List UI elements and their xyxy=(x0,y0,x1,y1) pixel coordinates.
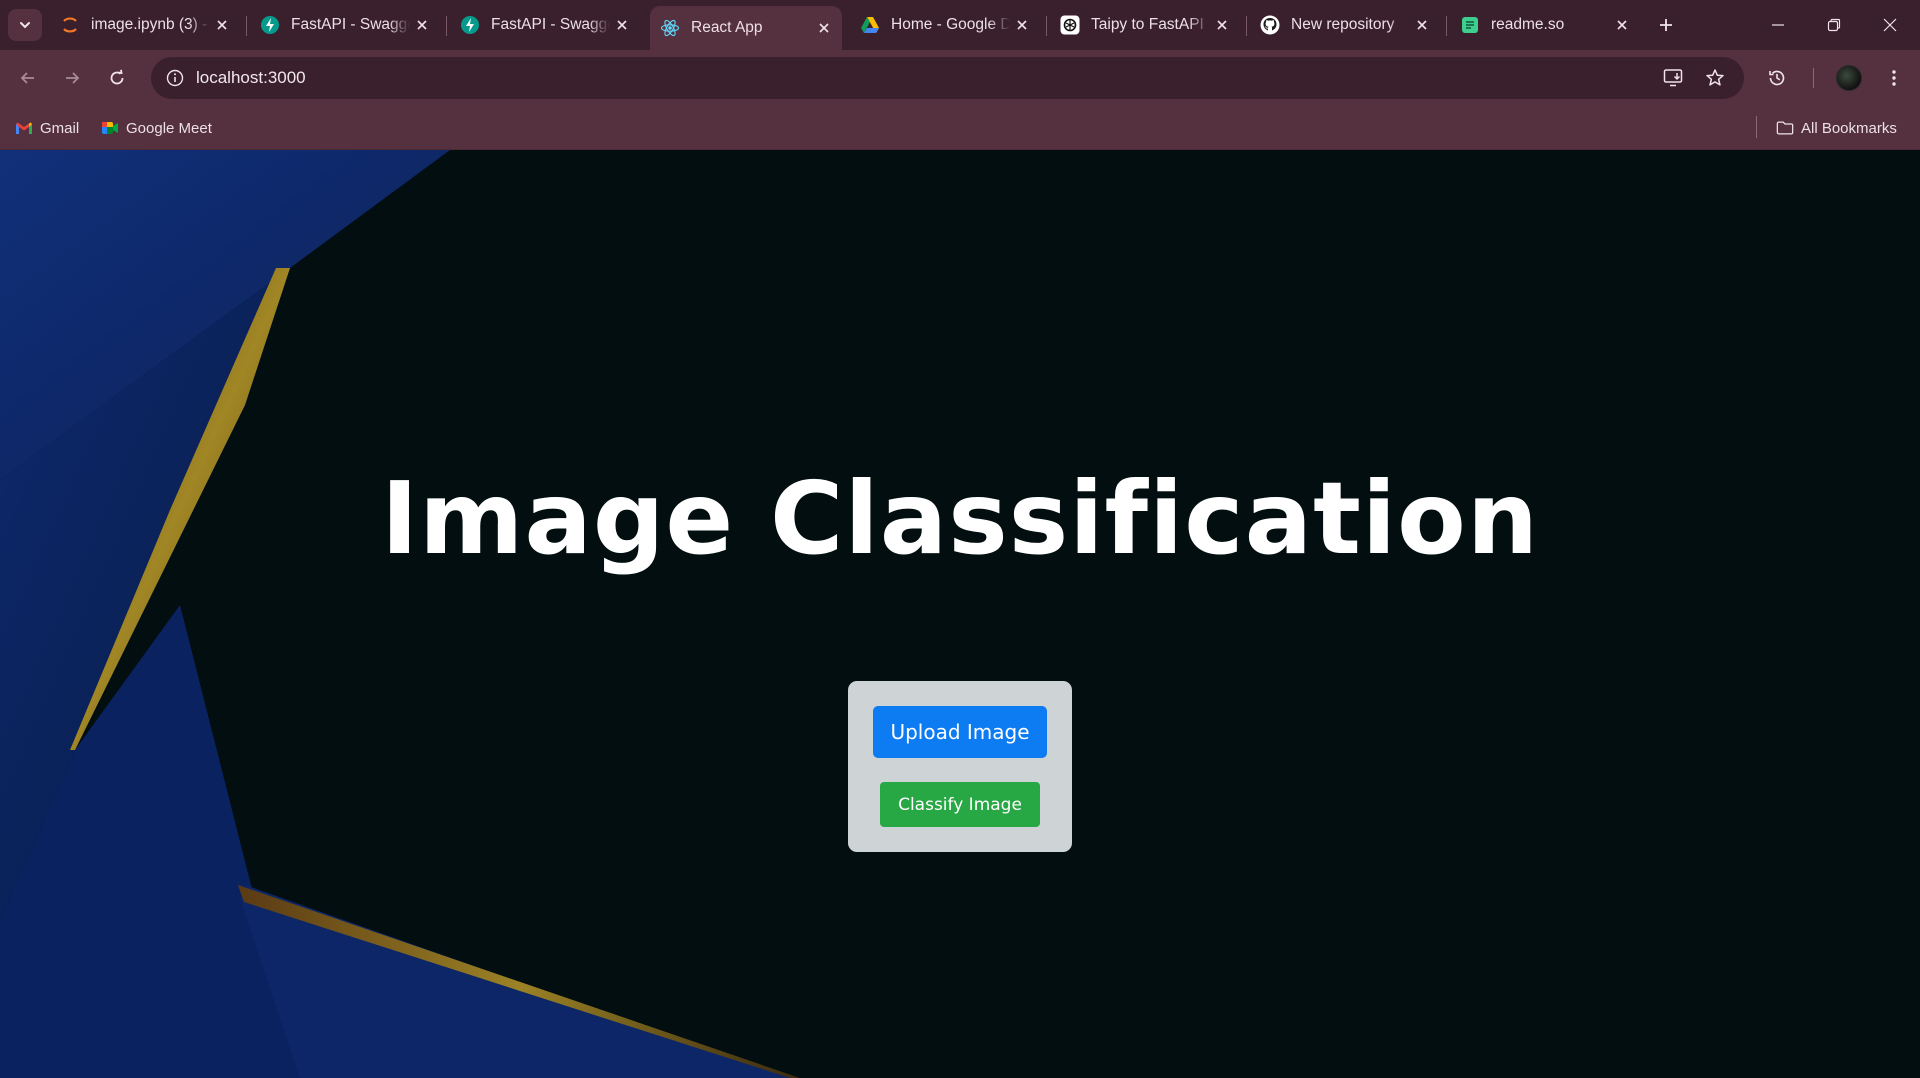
star-icon[interactable] xyxy=(1701,64,1729,92)
all-bookmarks-label: All Bookmarks xyxy=(1801,119,1897,137)
page-title: Image Classification xyxy=(380,460,1540,577)
bookmark-gmail[interactable]: Gmail xyxy=(15,116,79,140)
readme-icon xyxy=(1460,15,1480,35)
bookmark-label: Google Meet xyxy=(126,119,212,137)
action-panel: Upload Image Classify Image xyxy=(848,681,1072,852)
profile-avatar[interactable] xyxy=(1836,65,1862,91)
google-drive-icon xyxy=(860,15,880,35)
bookmark-google-meet[interactable]: Google Meet xyxy=(101,116,212,140)
tab-react-app[interactable]: React App xyxy=(650,6,842,50)
react-icon xyxy=(660,18,680,38)
tab-google-drive[interactable]: Home - Google Drive xyxy=(850,6,1040,44)
tab-divider xyxy=(246,16,247,36)
github-icon xyxy=(1260,15,1280,35)
toolbar-divider xyxy=(1813,68,1814,88)
tab-search-button[interactable] xyxy=(8,9,42,41)
minimize-icon xyxy=(1772,24,1784,26)
kebab-menu-icon[interactable] xyxy=(1878,62,1910,94)
close-icon[interactable] xyxy=(1010,13,1034,37)
fastapi-icon xyxy=(260,15,280,35)
history-icon[interactable] xyxy=(1761,62,1793,94)
folder-icon xyxy=(1776,119,1794,137)
classify-image-button[interactable]: Classify Image xyxy=(880,782,1040,827)
close-icon[interactable] xyxy=(1610,13,1634,37)
install-app-icon[interactable] xyxy=(1660,64,1688,92)
close-icon xyxy=(1883,18,1897,32)
tab-fastapi-2[interactable]: FastAPI - Swagger UI xyxy=(450,6,640,44)
bookmarks-divider xyxy=(1756,116,1757,138)
reload-icon xyxy=(110,69,124,85)
close-window-button[interactable] xyxy=(1862,0,1918,50)
tab-divider xyxy=(1446,16,1447,36)
tab-title: Taipy to FastAPI xyxy=(1091,16,1204,33)
close-icon[interactable] xyxy=(1210,13,1234,37)
arrow-left-icon xyxy=(20,72,34,84)
close-icon[interactable] xyxy=(410,13,434,37)
tab-title: image.ipynb (3) - Jupyter xyxy=(91,16,210,33)
tab-strip: image.ipynb (3) - Jupyter FastAPI - Swag… xyxy=(0,0,1920,50)
back-button[interactable] xyxy=(12,62,44,94)
restore-icon xyxy=(1827,18,1841,32)
plus-icon xyxy=(1660,19,1672,31)
browser-toolbar: localhost:3000 xyxy=(0,50,1920,106)
gmail-icon xyxy=(15,119,33,137)
all-bookmarks-button[interactable]: All Bookmarks xyxy=(1776,116,1897,140)
close-icon[interactable] xyxy=(210,13,234,37)
tab-jupyter[interactable]: image.ipynb (3) - Jupyter xyxy=(50,6,240,44)
bookmark-label: Gmail xyxy=(40,119,80,137)
chevron-down-icon xyxy=(20,22,30,29)
new-tab-button[interactable] xyxy=(1651,9,1681,41)
tab-divider xyxy=(446,16,447,36)
minimize-button[interactable] xyxy=(1750,0,1806,50)
fastapi-icon xyxy=(460,15,480,35)
restore-button[interactable] xyxy=(1806,0,1862,50)
address-bar[interactable]: localhost:3000 xyxy=(151,57,1744,99)
close-icon[interactable] xyxy=(610,13,634,37)
google-meet-icon xyxy=(101,119,119,137)
tab-chatgpt[interactable]: Taipy to FastAPI xyxy=(1050,6,1240,44)
arrow-right-icon xyxy=(66,72,80,84)
tab-title: FastAPI - Swagger UI xyxy=(491,16,610,33)
close-icon[interactable] xyxy=(812,16,836,40)
reload-button[interactable] xyxy=(101,62,133,94)
tab-title: New repository xyxy=(1291,16,1395,33)
upload-image-button[interactable]: Upload Image xyxy=(873,706,1047,758)
tab-title: Home - Google Drive xyxy=(891,16,1010,33)
close-icon[interactable] xyxy=(1410,13,1434,37)
tab-divider xyxy=(1246,16,1247,36)
tab-readme-so[interactable]: readme.so xyxy=(1450,6,1640,44)
tab-title: readme.so xyxy=(1491,16,1565,33)
background-decoration xyxy=(0,150,800,1078)
chatgpt-icon xyxy=(1060,15,1080,35)
jupyter-icon xyxy=(60,15,80,35)
forward-button[interactable] xyxy=(56,62,88,94)
tab-fastapi-1[interactable]: FastAPI - Swagger UI xyxy=(250,6,440,44)
url-text[interactable]: localhost:3000 xyxy=(196,68,306,88)
tab-github[interactable]: New repository xyxy=(1250,6,1440,44)
tab-divider xyxy=(1046,16,1047,36)
site-info-icon[interactable] xyxy=(161,64,189,92)
react-app-page: Image Classification Upload Image Classi… xyxy=(0,150,1920,1078)
tab-title: React App xyxy=(691,19,763,36)
tab-title: FastAPI - Swagger UI xyxy=(291,16,410,33)
bookmarks-bar: Gmail Google Meet All Bookmarks xyxy=(0,106,1920,150)
